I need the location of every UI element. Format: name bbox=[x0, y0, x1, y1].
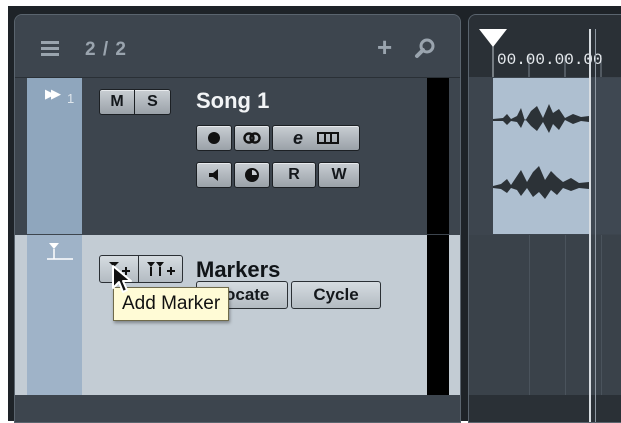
track-name[interactable]: Markers bbox=[196, 257, 280, 283]
audio-event[interactable] bbox=[493, 78, 589, 234]
read-automation-button[interactable]: R bbox=[272, 162, 316, 188]
lanes-icon bbox=[317, 132, 339, 144]
empty-event-area[interactable] bbox=[589, 78, 621, 234]
speaker-icon bbox=[209, 169, 218, 181]
track-song[interactable]: ▶▶ 1 M S Song 1 e R W bbox=[15, 78, 460, 234]
clock-icon bbox=[245, 168, 259, 182]
track-list-panel: 2 / 2 + ▶▶ 1 M S Song 1 e R W Markers Lo… bbox=[14, 14, 461, 423]
add-cycle-marker-icon bbox=[146, 262, 175, 276]
add-cycle-marker-button[interactable] bbox=[139, 255, 183, 283]
track-level-meter bbox=[427, 78, 449, 234]
monitor-button[interactable] bbox=[234, 125, 270, 151]
playhead-icon[interactable] bbox=[479, 27, 507, 49]
track-list-footer bbox=[15, 395, 460, 422]
track-count: 2 / 2 bbox=[85, 39, 127, 60]
marker-lane[interactable] bbox=[469, 235, 621, 395]
track-number: 1 bbox=[67, 91, 75, 106]
mute-button[interactable]: M bbox=[99, 89, 135, 115]
event-display-footer bbox=[469, 395, 621, 422]
monitor-icon bbox=[243, 132, 261, 144]
project-cursor-line[interactable] bbox=[589, 29, 591, 422]
grid-line bbox=[601, 235, 602, 422]
search-button[interactable] bbox=[414, 37, 436, 59]
edit-icon: e bbox=[292, 127, 303, 148]
record-enable-button[interactable] bbox=[196, 125, 232, 151]
track-name[interactable]: Song 1 bbox=[196, 88, 269, 114]
marker-track-icon bbox=[47, 243, 73, 260]
speaker-button[interactable] bbox=[196, 162, 232, 188]
write-automation-button[interactable]: W bbox=[318, 162, 360, 188]
track-color-strip[interactable] bbox=[27, 235, 82, 395]
solo-button[interactable]: S bbox=[135, 89, 171, 115]
edit-lanes-button[interactable]: e bbox=[272, 125, 360, 151]
add-track-button[interactable]: + bbox=[377, 32, 393, 62]
cursor-line-shadow bbox=[595, 29, 596, 422]
track-markers[interactable]: Markers Locate Cycle bbox=[15, 235, 460, 395]
ruler-timecode: 00.00.00.00 bbox=[497, 51, 603, 69]
timebase-button[interactable] bbox=[234, 162, 270, 188]
grid-line bbox=[565, 235, 566, 422]
cycle-button[interactable]: Cycle bbox=[291, 281, 381, 309]
grid-line bbox=[529, 235, 530, 422]
track-level-meter bbox=[427, 235, 449, 395]
event-display[interactable]: 00.00.00.00 bbox=[468, 14, 621, 423]
waveform bbox=[493, 104, 589, 199]
timeline-ruler[interactable]: 00.00.00.00 bbox=[469, 15, 621, 77]
search-icon bbox=[415, 38, 435, 58]
record-icon bbox=[208, 132, 220, 144]
mouse-cursor-icon bbox=[112, 265, 132, 293]
expand-icon[interactable]: ▶▶ bbox=[45, 86, 61, 102]
list-icon[interactable] bbox=[41, 41, 59, 59]
add-icon: + bbox=[377, 32, 393, 62]
track-list-header: 2 / 2 + bbox=[15, 15, 460, 78]
